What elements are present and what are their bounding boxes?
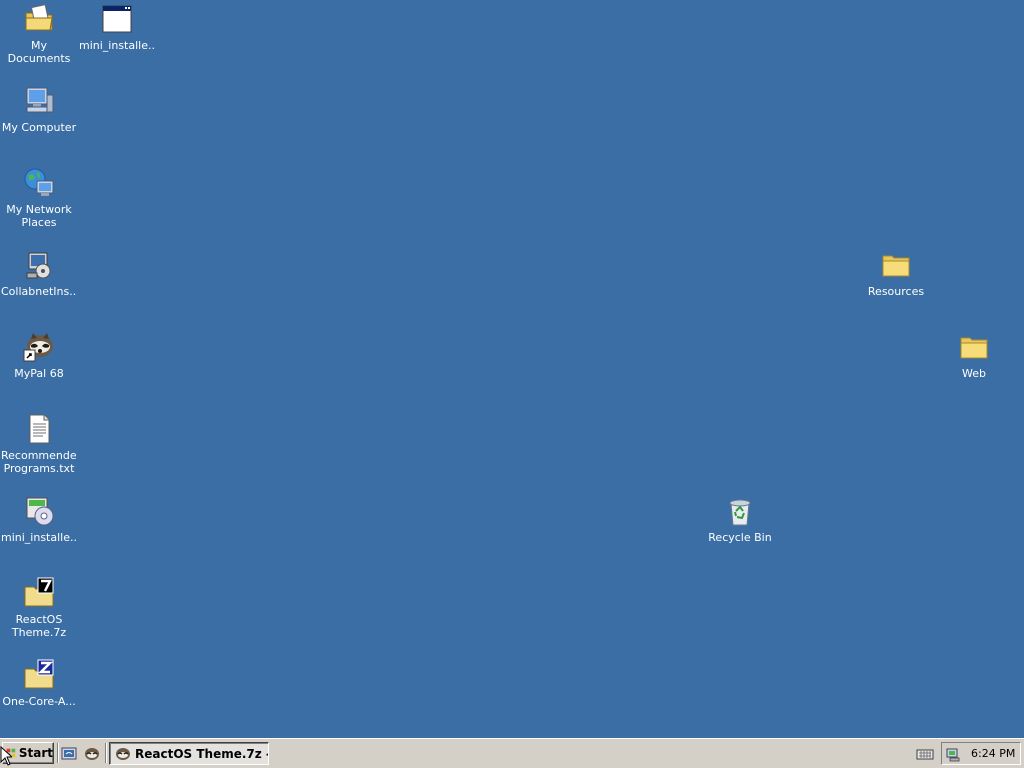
my-computer-icon — [22, 84, 56, 118]
desktop-icon-reactos-theme-7z[interactable]: ReactOS Theme.7z — [1, 576, 77, 639]
mypal-icon — [85, 748, 99, 760]
desktop-icon-label: Recycle Bin — [708, 531, 772, 544]
taskbar-window-label: ReactOS Theme.7z - ... — [135, 746, 268, 761]
recycle-bin-icon — [723, 494, 757, 528]
desktop-icon-mini-installer-setup[interactable]: mini_installe... — [1, 494, 77, 544]
window-app-icon — [100, 2, 134, 36]
desktop-icon-label: ReactOS Theme.7z — [11, 613, 67, 639]
archive-7z-icon — [22, 576, 56, 610]
mouse-cursor-icon — [0, 746, 12, 766]
quick-launch-mypal[interactable] — [82, 744, 102, 764]
desktop-icon-mypal[interactable]: MyPal 68 — [1, 330, 77, 380]
installer-cd-icon — [22, 494, 56, 528]
taskbar-separator — [105, 743, 107, 763]
taskbar-window-button[interactable]: ReactOS Theme.7z - ... — [109, 742, 269, 765]
installer-icon — [22, 248, 56, 282]
quick-launch-show-desktop[interactable] — [59, 744, 79, 764]
desktop-icon-recycle-bin[interactable]: Recycle Bin — [702, 494, 778, 544]
keyboard-layout-icon[interactable] — [916, 746, 934, 762]
show-desktop-icon — [61, 747, 77, 760]
desktop-icon-mini-installer-window[interactable]: mini_installe... — [79, 2, 155, 52]
start-label: Start — [18, 746, 53, 760]
my-documents-icon — [22, 2, 56, 36]
desktop-icon-label: One-Core-A... — [2, 695, 76, 708]
desktop-icon-one-core-archive[interactable]: One-Core-A... — [1, 658, 77, 708]
network-places-icon — [22, 166, 56, 200]
desktop-icon-label: Web — [962, 367, 986, 380]
desktop-icon-my-network-places[interactable]: My Network Places — [1, 166, 77, 229]
desktop-icon-label: Resources — [867, 285, 925, 298]
archive-7z-icon — [22, 658, 56, 692]
desktop-icon-web[interactable]: Web — [936, 330, 1012, 380]
system-tray: 6:24 PM — [941, 742, 1021, 765]
desktop-icon-label: MyPal 68 — [14, 367, 64, 380]
text-file-icon — [22, 412, 56, 446]
desktop-icon-label: mini_installe... — [79, 39, 155, 52]
desktop-icon-label: My Network Places — [6, 203, 72, 229]
desktop-icon-label: CollabnetIns... — [1, 285, 77, 298]
clock[interactable]: 6:24 PM — [971, 747, 1015, 760]
desktop-icon-my-documents[interactable]: My Documents — [1, 2, 77, 65]
desktop-icon-recommended-programs[interactable]: Recommended Programs.txt — [1, 412, 77, 475]
desktop-icon-label: Recommended Programs.txt — [1, 449, 77, 475]
desktop[interactable]: My Documents mini_installe... My Compute… — [0, 0, 1024, 738]
desktop-icon-collabnet-installer[interactable]: CollabnetIns... — [1, 248, 77, 298]
desktop-icon-resources[interactable]: Resources — [858, 248, 934, 298]
desktop-icon-label: mini_installe... — [1, 531, 77, 544]
mypal-icon — [116, 747, 130, 760]
desktop-icon-label: My Computer — [1, 121, 77, 134]
mypal-icon — [22, 330, 56, 364]
taskbar: Start ReactOS Theme.7z - ... — [0, 738, 1024, 768]
folder-icon — [957, 330, 991, 364]
desktop-icon-my-computer[interactable]: My Computer — [1, 84, 77, 134]
desktop-icon-label: My Documents — [7, 39, 71, 65]
folder-icon — [879, 248, 913, 282]
network-status-icon[interactable] — [945, 746, 961, 762]
